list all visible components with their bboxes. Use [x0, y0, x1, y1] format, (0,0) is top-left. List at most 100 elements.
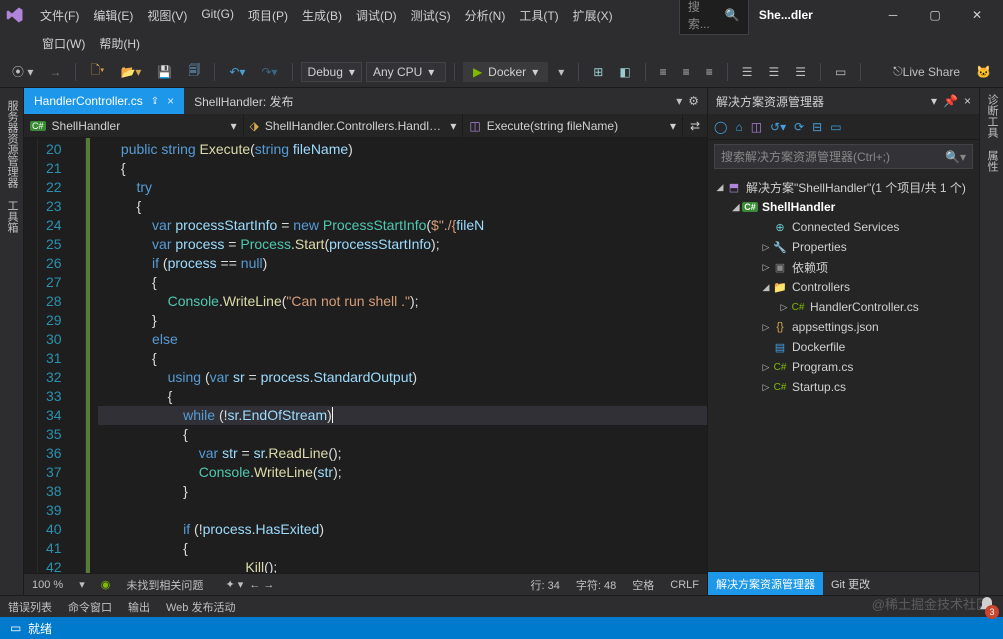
redo-button[interactable]: ↷▾	[255, 61, 283, 83]
open-button[interactable]: 📂▾	[114, 61, 147, 83]
notification-badge[interactable]: 3	[977, 595, 997, 615]
panel-pin-icon[interactable]: 📌	[943, 94, 958, 108]
tool-btn-6[interactable]: ☰	[736, 61, 759, 83]
bottom-tab[interactable]: 错误列表	[8, 599, 52, 615]
main-menu: 文件(F)编辑(E)视图(V)Git(G)项目(P)生成(B)调试(D)测试(S…	[34, 3, 619, 28]
menu-item[interactable]: 分析(N)	[459, 3, 512, 28]
save-button[interactable]: 💾	[151, 61, 178, 83]
back-icon[interactable]: ◯	[714, 120, 727, 134]
code-editor[interactable]: 2021222324252627282930313233343536373839…	[24, 138, 707, 573]
menu-item[interactable]: 工具(T)	[513, 3, 564, 28]
tool-btn-3[interactable]: ≡	[654, 61, 673, 83]
panel-close-icon[interactable]: ×	[964, 94, 971, 108]
cursor-col: 字符: 48	[576, 577, 616, 593]
tree-item[interactable]: ◢📁Controllers	[708, 277, 979, 297]
split-icon[interactable]: ⇄	[683, 114, 707, 137]
fold-gutter[interactable]	[72, 138, 86, 573]
feedback-button[interactable]: 🐱	[970, 61, 997, 83]
scope-icon[interactable]: ◫	[751, 120, 762, 134]
tab-shellhandler-publish[interactable]: ShellHandler: 发布	[184, 88, 303, 114]
titlebar: 文件(F)编辑(E)视图(V)Git(G)项目(P)生成(B)调试(D)测试(S…	[0, 0, 1003, 30]
nav-project-dropdown[interactable]: C#ShellHandler▾	[24, 114, 244, 137]
search-input[interactable]: 搜索... 🔍	[679, 0, 749, 35]
maximize-button[interactable]: ▢	[915, 1, 955, 29]
right-tool-strip: 诊断工具 属性	[979, 88, 1003, 595]
tool-btn-4[interactable]: ≡	[677, 61, 696, 83]
menu-item[interactable]: 项目(P)	[242, 3, 294, 28]
tree-item[interactable]: ▷C#Startup.cs	[708, 377, 979, 397]
code-content[interactable]: public string Execute(string fileName) {…	[90, 138, 707, 573]
platform-dropdown[interactable]: Any CPU▾	[366, 62, 446, 82]
close-tab-icon[interactable]: ×	[167, 94, 174, 108]
issues-text[interactable]: 未找到相关问题	[126, 577, 203, 593]
minimize-button[interactable]: ─	[873, 1, 913, 29]
zoom-level[interactable]: 100 %	[32, 579, 63, 591]
run-more-button[interactable]: ▾	[552, 61, 570, 83]
pin-icon[interactable]: ⇪	[151, 96, 159, 107]
tool-btn-9[interactable]: ▭	[829, 61, 852, 83]
diagnostics-tool[interactable]: 诊断工具	[980, 88, 1003, 144]
bottom-tab[interactable]: 输出	[128, 599, 150, 615]
menu-item[interactable]: 调试(D)	[350, 3, 403, 28]
zoom-chevron[interactable]: ▾	[79, 578, 85, 591]
solution-search-input[interactable]: 搜索解决方案资源管理器(Ctrl+;) 🔍▾	[714, 144, 973, 169]
panel-menu-icon[interactable]: ▾	[931, 94, 937, 108]
tab-handler-controller[interactable]: HandlerController.cs ⇪ ×	[24, 88, 184, 114]
menu-item[interactable]: 扩展(X)	[567, 3, 619, 28]
save-all-button[interactable]: 🗐	[182, 57, 206, 86]
indent-mode[interactable]: 空格	[632, 577, 654, 593]
tree-item[interactable]: ▷{}appsettings.json	[708, 317, 979, 337]
sync-icon[interactable]: ↺▾	[770, 120, 786, 134]
menu-item[interactable]: 编辑(E)	[87, 3, 139, 28]
run-button[interactable]: ▶Docker▾	[463, 62, 548, 82]
tool-btn-1[interactable]: ⊞	[587, 61, 609, 83]
nav-fwd-button[interactable]: →	[43, 61, 67, 83]
new-project-button[interactable]: 🗋▾	[84, 57, 110, 86]
menu-item[interactable]: 帮助(H)	[93, 31, 146, 56]
left-tool-strip: 服务器资源管理器 工具箱	[0, 88, 24, 595]
refresh-icon[interactable]: ⟳	[794, 120, 804, 134]
tab-settings-icon[interactable]: ⚙	[688, 94, 699, 108]
bottom-tab[interactable]: 命令窗口	[68, 599, 112, 615]
eol-mode[interactable]: CRLF	[670, 579, 699, 591]
menu-item[interactable]: 生成(B)	[296, 3, 348, 28]
tab-dropdown-icon[interactable]: ▾	[676, 94, 682, 108]
close-button[interactable]: ✕	[957, 1, 997, 29]
tool-btn-2[interactable]: ◧	[613, 61, 636, 83]
nav-method-dropdown[interactable]: ◫Execute(string fileName)▾	[463, 114, 683, 137]
menu-item[interactable]: 测试(S)	[405, 3, 457, 28]
issues-tools[interactable]: ✦ ▾ ← →	[219, 578, 274, 591]
tool-btn-5[interactable]: ≡	[700, 61, 719, 83]
showall-icon[interactable]: ▭	[830, 120, 841, 134]
tree-item[interactable]: ▷C#Program.cs	[708, 357, 979, 377]
menu-item[interactable]: 视图(V)	[141, 3, 193, 28]
tree-item[interactable]: ◢C#ShellHandler	[708, 197, 979, 217]
config-dropdown[interactable]: Debug▾	[301, 62, 362, 82]
home-icon[interactable]: ⌂	[735, 120, 742, 134]
properties-tool[interactable]: 属性	[980, 144, 1003, 178]
server-explorer-tool[interactable]: 服务器资源管理器	[0, 94, 24, 194]
toolbox-tool[interactable]: 工具箱	[0, 194, 24, 239]
tree-item[interactable]: ▷🔧Properties	[708, 237, 979, 257]
tab-git-changes[interactable]: Git 更改	[823, 572, 878, 595]
nav-class-dropdown[interactable]: ⬗ShellHandler.Controllers.Handl…▾	[244, 114, 464, 137]
tab-solution-explorer[interactable]: 解决方案资源管理器	[708, 572, 823, 595]
bottom-tool-tabs: 错误列表命令窗口输出 Web 发布活动	[0, 595, 1003, 617]
tree-item[interactable]: ▷▣依赖项	[708, 257, 979, 277]
undo-button[interactable]: ↶▾	[223, 61, 251, 83]
menu-item[interactable]: 文件(F)	[34, 3, 85, 28]
tree-item[interactable]: ▤Dockerfile	[708, 337, 979, 357]
solution-tree[interactable]: ◢⬒解决方案"ShellHandler"(1 个项目/共 1 个)◢C#Shel…	[708, 173, 979, 571]
menu-item[interactable]: 窗口(W)	[36, 31, 91, 56]
document-tabs: HandlerController.cs ⇪ × ShellHandler: 发…	[24, 88, 707, 114]
tree-item[interactable]: ⊕Connected Services	[708, 217, 979, 237]
bottom-tab[interactable]: Web 发布活动	[166, 599, 235, 615]
tool-btn-7[interactable]: ☰	[762, 61, 785, 83]
tree-item[interactable]: ◢⬒解决方案"ShellHandler"(1 个项目/共 1 个)	[708, 177, 979, 197]
live-share-button[interactable]: ⎋ Live Share	[887, 60, 966, 83]
tool-btn-8[interactable]: ☰	[789, 61, 812, 83]
nav-back-button[interactable]: ⦿ ▾	[6, 59, 39, 84]
menu-item[interactable]: Git(G)	[195, 3, 240, 28]
collapse-icon[interactable]: ⊟	[812, 120, 822, 134]
tree-item[interactable]: ▷C#HandlerController.cs	[708, 297, 979, 317]
